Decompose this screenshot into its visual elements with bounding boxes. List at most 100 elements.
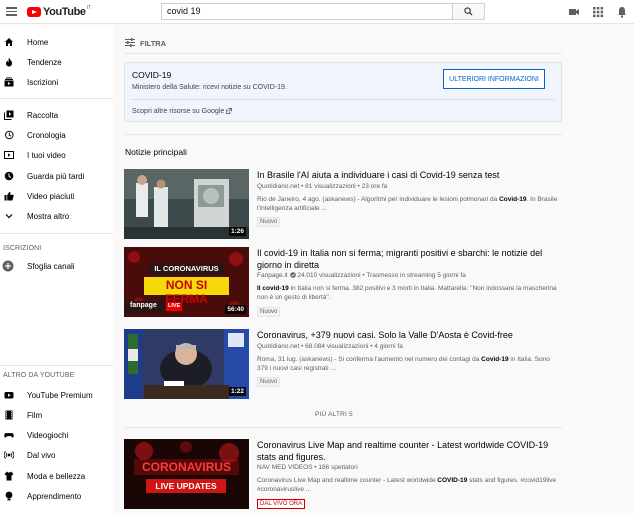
filter-icon (125, 38, 135, 47)
sidebar-item-history[interactable]: Cronologia (0, 126, 113, 144)
news-video-item[interactable]: 1:22 Coronavirus, +379 nuovi casi. Solo … (124, 329, 564, 401)
sidebar-item-learning[interactable]: Apprendimento (0, 487, 113, 505)
more-info-button[interactable]: ULTERIORI INFORMAZIONI (443, 69, 545, 89)
chevron-down-icon (5, 214, 13, 219)
logo-country: IT (86, 5, 92, 11)
sidebar-divider (0, 233, 113, 234)
video-title[interactable]: Coronavirus, +379 nuovi casi. Solo la Va… (257, 330, 557, 342)
covid-info-panel: COVID-19 Ministero della Salute: ricevi … (124, 62, 562, 122)
search-input[interactable]: covid 19 (161, 3, 453, 20)
sidebar-divider (0, 365, 113, 366)
sidebar-item-film[interactable]: Film (0, 406, 113, 424)
sidebar-divider (0, 98, 113, 99)
top-news-heading: Notizie principali (125, 147, 187, 157)
thumbs-up-icon (4, 191, 14, 201)
info-panel-title: COVID-19 (132, 70, 172, 80)
video-meta: Fanpage.it 24.010 visualizzazioni • Tras… (257, 272, 466, 279)
sidebar-item-home[interactable]: Home (0, 33, 113, 51)
library-icon (4, 110, 14, 120)
info-panel-subtitle: Ministero della Salute: ricevi notizie s… (132, 84, 287, 91)
learning-icon (5, 491, 13, 501)
create-video-icon[interactable] (568, 6, 580, 18)
sidebar-item-my-videos[interactable]: I tuoi video (0, 146, 113, 164)
menu-icon[interactable] (6, 7, 17, 16)
video-duration: 1:22 (228, 387, 246, 396)
sidebar-item-trending[interactable]: Tendenze (0, 53, 113, 71)
search-icon (464, 7, 473, 16)
youtube-play-icon (27, 7, 41, 17)
more-from-youtube-heading: ALTRO DA YOUTUBE (3, 372, 75, 379)
show-more-button[interactable]: PIÙ ALTRI 5 (315, 411, 353, 418)
info-panel-divider (132, 99, 555, 100)
top-bar: YouTube IT covid 19 (0, 0, 634, 24)
sidebar: Home Tendenze Iscrizioni Raccolta Cronol… (0, 25, 113, 513)
filter-button[interactable]: FILTRA (125, 38, 166, 49)
news-video-item[interactable]: IL CORONAVIRUS NON SI FERMA fanpage LIVE… (124, 247, 564, 319)
sidebar-item-youtube-premium[interactable]: YouTube Premium (0, 386, 113, 404)
live-now-badge: DAL VIVO ORA (257, 499, 306, 509)
flame-icon (6, 57, 12, 67)
new-badge: Nuovo (257, 217, 281, 227)
thumbnail-brand: fanpage (130, 302, 157, 309)
live-icon (4, 451, 14, 459)
my-videos-icon (4, 151, 14, 159)
section-divider (125, 134, 562, 135)
thumbnail-live: LIVE (168, 303, 181, 309)
external-link-icon (226, 108, 233, 115)
logo-text: YouTube (43, 6, 86, 18)
video-title[interactable]: In Brasile l'AI aiuta a individuare i ca… (257, 170, 557, 182)
video-description: Il covid-19 in Italia non si ferma. 382 … (257, 285, 557, 301)
gaming-icon (4, 433, 14, 438)
fashion-icon (4, 471, 14, 481)
section-divider (125, 427, 562, 428)
video-duration: 56:40 (225, 305, 246, 314)
new-badge: Nuovo (257, 377, 281, 387)
verified-icon (289, 272, 296, 279)
video-meta: Quotidiano.net • 68.084 visualizzazioni … (257, 343, 403, 350)
sidebar-item-watch-later[interactable]: Guarda più tardi (0, 167, 113, 185)
youtube-premium-icon (4, 392, 14, 399)
film-icon (5, 410, 13, 420)
home-icon (5, 38, 13, 46)
add-circle-icon (2, 260, 14, 272)
video-meta: NAV MED VIDEOS • 186 spettatori (257, 464, 358, 471)
filter-divider (125, 53, 562, 54)
video-thumbnail[interactable]: 1:26 (124, 169, 249, 239)
search-button[interactable] (453, 3, 485, 20)
video-thumbnail[interactable]: IL CORONAVIRUS NON SI FERMA fanpage LIVE… (124, 247, 249, 317)
thumbnail-text: IL CORONAVIRUS (154, 264, 219, 273)
new-badge: Nuovo (257, 307, 281, 317)
sidebar-item-browse-channels[interactable]: Sfoglia canali (0, 257, 113, 275)
thumbnail-text: CORONAVIRUS (141, 460, 232, 474)
youtube-logo[interactable]: YouTube IT (27, 5, 91, 19)
video-thumbnail[interactable]: 1:22 (124, 329, 249, 399)
live-video-item[interactable]: CORONAVIRUS LIVE UPDATES Coronavirus Liv… (124, 439, 564, 511)
coronavirus-live-thumbnail (124, 439, 249, 509)
video-thumbnail[interactable]: CORONAVIRUS LIVE UPDATES (124, 439, 249, 509)
subscriptions-icon (4, 77, 14, 87)
sidebar-item-live[interactable]: Dal vivo (0, 446, 113, 464)
sidebar-item-library[interactable]: Raccolta (0, 106, 113, 124)
sidebar-item-subscriptions[interactable]: Iscrizioni (0, 73, 113, 91)
video-description: Roma, 31 lug. (askanews) - Si conferma l… (257, 356, 550, 372)
apps-icon[interactable] (592, 6, 604, 18)
video-title[interactable]: Coronavirus Live Map and realtime counte… (257, 440, 557, 463)
history-icon (5, 130, 14, 140)
video-meta: Quotidiano.net • 81 visualizzazioni • 23… (257, 183, 388, 190)
video-description: Rio de Janeiro, 4 ago. (askanews) - Algo… (257, 196, 558, 212)
sidebar-item-liked-videos[interactable]: Video piaciuti (0, 187, 113, 205)
video-description: Coronavirus Live Map and realtime counte… (257, 477, 557, 493)
watch-later-icon (4, 171, 14, 181)
channel-name[interactable]: Fanpage.it (257, 272, 288, 279)
news-video-item[interactable]: 1:26 In Brasile l'AI aiuta a individuare… (124, 169, 564, 241)
sidebar-item-fashion[interactable]: Moda e bellezza (0, 467, 113, 485)
video-title[interactable]: Il covid-19 in Italia non si ferma; migr… (257, 248, 557, 271)
video-duration: 1:26 (228, 227, 246, 236)
search-results: FILTRA COVID-19 Ministero della Salute: … (114, 25, 634, 513)
subscriptions-heading: ISCRIZIONI (3, 245, 42, 252)
google-resources-link[interactable]: Scopri altre risorse su Google (132, 108, 233, 115)
thumbnail-text: LIVE UPDATES (155, 481, 217, 491)
sidebar-item-show-more[interactable]: Mostra altro (0, 207, 113, 225)
sidebar-item-gaming[interactable]: Videogiochi (0, 426, 113, 444)
notifications-icon[interactable] (616, 6, 628, 18)
